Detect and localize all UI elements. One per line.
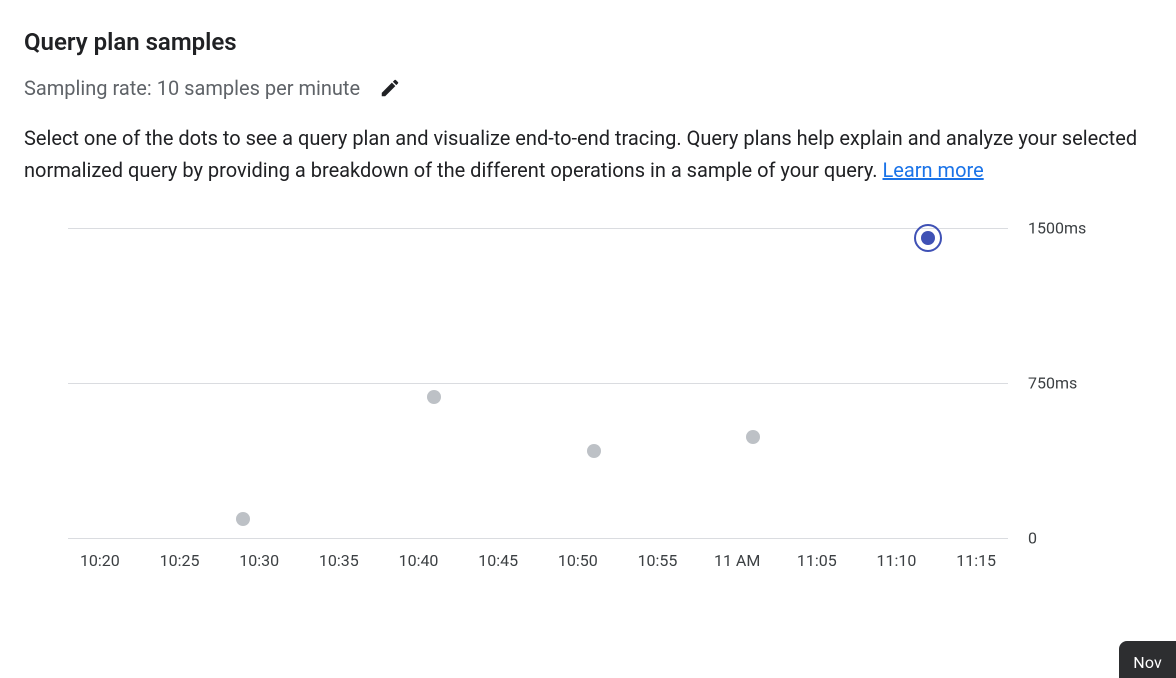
gridline [68, 538, 1008, 539]
y-tick-label: 1500ms [1018, 219, 1128, 238]
plot-area[interactable]: 0750ms1500ms [68, 228, 1008, 538]
gridline [68, 228, 1008, 229]
pencil-icon [379, 77, 401, 99]
x-tick-label: 10:20 [80, 551, 120, 570]
edit-sample-rate-button[interactable] [376, 74, 404, 102]
x-tick-label: 11:15 [956, 551, 996, 570]
sample-dot[interactable] [921, 231, 935, 245]
x-tick-label: 10:45 [478, 551, 518, 570]
x-axis: 10:20 10:25 10:30 10:35 10:40 10:45 10:50 10:55… [68, 542, 1008, 570]
scatter-chart: 0750ms1500ms 10:2010:2510:3010:3510:4010… [48, 210, 1128, 570]
x-tick-label: 11 AM [714, 551, 760, 570]
sample-dot[interactable] [236, 512, 250, 526]
x-tick-label: 11:10 [877, 551, 917, 570]
sample-dot[interactable] [427, 390, 441, 404]
x-tick-label: 11:05 [797, 551, 837, 570]
x-tick-label: 10:50 [558, 551, 598, 570]
sample-dot[interactable] [746, 430, 760, 444]
x-tick-label: 10:55 [638, 551, 678, 570]
x-tick-label: 10:25 [160, 551, 200, 570]
x-tick-label: 10:40 [399, 551, 439, 570]
x-tick-label: 10:30 [239, 551, 279, 570]
y-tick-label: 750ms [1018, 374, 1128, 393]
date-panel-label: Nov [1133, 653, 1162, 672]
learn-more-link[interactable]: Learn more [883, 158, 984, 182]
date-panel[interactable]: Nov [1119, 641, 1176, 678]
sample-rate-row: Sampling rate: 10 samples per minute [24, 74, 1152, 102]
x-tick-label: 10:35 [319, 551, 359, 570]
description-text: Select one of the dots to see a query pl… [24, 122, 1144, 186]
y-tick-label: 0 [1018, 529, 1128, 548]
page-title: Query plan samples [24, 28, 1152, 56]
gridline [68, 383, 1008, 384]
sample-rate-text: Sampling rate: 10 samples per minute [24, 76, 360, 100]
sample-dot[interactable] [587, 444, 601, 458]
chart-container: 0750ms1500ms 10:2010:2510:3010:3510:4010… [24, 210, 1152, 570]
